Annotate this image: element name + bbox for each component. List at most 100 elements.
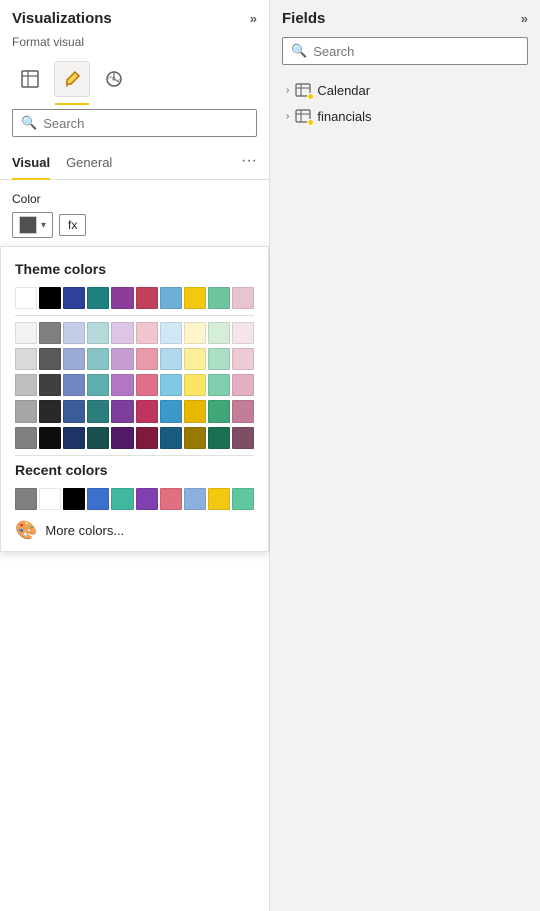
color-cell[interactable] (232, 427, 254, 449)
color-cell[interactable] (87, 427, 109, 449)
color-cell[interactable] (208, 322, 230, 344)
format-icon-row (0, 57, 269, 105)
color-cell[interactable] (184, 348, 206, 370)
more-colors-btn[interactable]: 🎨 More colors... (15, 514, 254, 541)
color-cell[interactable] (184, 374, 206, 396)
color-cell[interactable] (232, 322, 254, 344)
right-panel: Fields » 🔍 › Calendar › (270, 0, 540, 911)
fx-button[interactable]: fx (59, 214, 86, 236)
tabs-row: Visual General ··· (0, 145, 269, 180)
color-cell[interactable] (63, 400, 85, 422)
field-item-calendar[interactable]: › Calendar (282, 77, 528, 103)
color-cell[interactable] (208, 374, 230, 396)
color-cell[interactable] (160, 348, 182, 370)
color-divider-1 (15, 315, 254, 316)
color-cell[interactable] (63, 374, 85, 396)
recent-color-cell[interactable] (232, 488, 254, 510)
color-cell[interactable] (184, 287, 206, 309)
color-cell[interactable] (15, 287, 37, 309)
color-cell[interactable] (160, 322, 182, 344)
field-item-financials[interactable]: › financials (282, 103, 528, 129)
color-cell[interactable] (136, 287, 158, 309)
color-cell[interactable] (15, 427, 37, 449)
color-cell[interactable] (184, 400, 206, 422)
left-search-box[interactable]: 🔍 (12, 109, 257, 137)
color-cell[interactable] (15, 348, 37, 370)
color-cell[interactable] (87, 374, 109, 396)
color-cell[interactable] (184, 322, 206, 344)
color-cell[interactable] (63, 287, 85, 309)
color-cell[interactable] (136, 374, 158, 396)
color-cell[interactable] (232, 400, 254, 422)
expand-icon[interactable]: » (250, 11, 257, 26)
color-cell[interactable] (87, 348, 109, 370)
color-cell[interactable] (160, 427, 182, 449)
visualizations-title: Visualizations (12, 10, 112, 27)
color-cell[interactable] (111, 322, 133, 344)
color-cell[interactable] (208, 427, 230, 449)
color-swatch-btn[interactable]: ▾ (12, 212, 53, 238)
more-colors-label: More colors... (45, 523, 124, 538)
right-search-input[interactable] (313, 44, 519, 59)
left-panel-header: Visualizations » (0, 0, 269, 33)
left-search-icon: 🔍 (21, 115, 37, 131)
left-search-input[interactable] (43, 116, 248, 131)
color-cell[interactable] (208, 348, 230, 370)
color-cell[interactable] (136, 400, 158, 422)
recent-color-cell[interactable] (136, 488, 158, 510)
color-cell[interactable] (208, 287, 230, 309)
color-cell[interactable] (232, 287, 254, 309)
color-cell[interactable] (111, 287, 133, 309)
recent-color-cell[interactable] (15, 488, 37, 510)
color-cell[interactable] (15, 322, 37, 344)
recent-color-cell[interactable] (184, 488, 206, 510)
color-cell[interactable] (15, 400, 37, 422)
color-cell[interactable] (136, 322, 158, 344)
fields-list: › Calendar › finan (270, 73, 540, 133)
recent-color-cell[interactable] (39, 488, 61, 510)
color-cell[interactable] (111, 348, 133, 370)
right-search-box[interactable]: 🔍 (282, 37, 528, 65)
color-cell[interactable] (63, 348, 85, 370)
color-cell[interactable] (208, 400, 230, 422)
more-options-btn[interactable]: ··· (241, 152, 257, 176)
color-cell[interactable] (111, 427, 133, 449)
color-cell[interactable] (87, 400, 109, 422)
color-cell[interactable] (87, 322, 109, 344)
color-cell[interactable] (39, 348, 61, 370)
color-cell[interactable] (232, 348, 254, 370)
paint-format-btn[interactable] (54, 61, 90, 97)
recent-color-cell[interactable] (63, 488, 85, 510)
recent-color-cell[interactable] (87, 488, 109, 510)
color-cell[interactable] (39, 374, 61, 396)
color-cell[interactable] (160, 287, 182, 309)
color-cell[interactable] (39, 322, 61, 344)
color-cell[interactable] (15, 374, 37, 396)
tab-visual[interactable]: Visual (12, 149, 50, 180)
general-format-btn[interactable] (12, 61, 48, 97)
recent-color-row (15, 488, 254, 510)
color-cell[interactable] (160, 400, 182, 422)
color-cell[interactable] (39, 427, 61, 449)
color-cell[interactable] (111, 374, 133, 396)
right-expand-icon[interactable]: » (521, 11, 528, 26)
color-cell[interactable] (160, 374, 182, 396)
color-divider-2 (15, 455, 254, 456)
color-cell[interactable] (136, 348, 158, 370)
tab-general[interactable]: General (66, 149, 112, 180)
color-cell[interactable] (39, 400, 61, 422)
analytics-format-btn[interactable] (96, 61, 132, 97)
palette-icon: 🎨 (15, 520, 37, 541)
recent-color-cell[interactable] (111, 488, 133, 510)
color-cell[interactable] (232, 374, 254, 396)
format-visual-label: Format visual (0, 33, 269, 57)
recent-color-cell[interactable] (208, 488, 230, 510)
color-cell[interactable] (111, 400, 133, 422)
color-cell[interactable] (63, 427, 85, 449)
color-cell[interactable] (136, 427, 158, 449)
color-cell[interactable] (184, 427, 206, 449)
color-cell[interactable] (39, 287, 61, 309)
recent-color-cell[interactable] (160, 488, 182, 510)
color-cell[interactable] (63, 322, 85, 344)
color-cell[interactable] (87, 287, 109, 309)
